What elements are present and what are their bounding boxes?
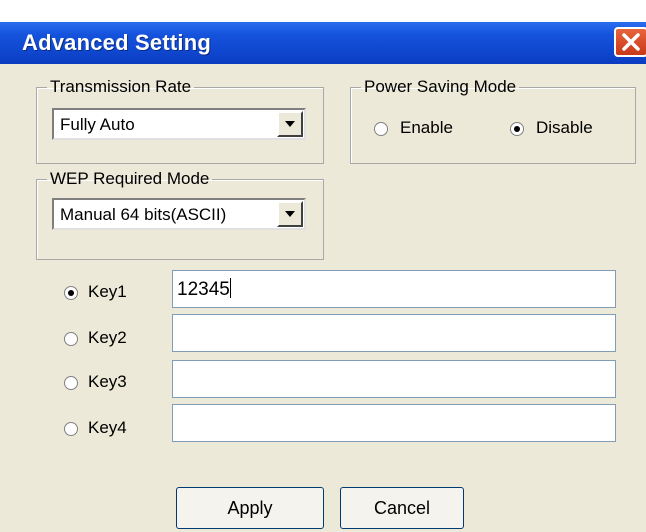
chevron-down-icon	[285, 211, 295, 217]
key1-input[interactable]: 12345	[172, 270, 616, 308]
key1-radio[interactable]	[64, 286, 78, 300]
power-saving-disable-radio[interactable]	[510, 122, 524, 136]
key3-radio[interactable]	[64, 376, 78, 390]
key2-label[interactable]: Key2	[88, 328, 127, 348]
advanced-setting-dialog: Advanced Setting Transmission Rate Fully…	[0, 22, 646, 532]
power-saving-legend: Power Saving Mode	[364, 77, 517, 96]
close-button[interactable]	[614, 27, 646, 57]
text-caret	[229, 278, 231, 298]
title-bar[interactable]: Advanced Setting	[0, 22, 646, 64]
window-title: Advanced Setting	[22, 30, 212, 55]
power-saving-disable-label[interactable]: Disable	[536, 118, 593, 138]
chevron-down-icon	[285, 121, 295, 127]
key3-label[interactable]: Key3	[88, 372, 127, 392]
wep-mode-value: Manual 64 bits(ASCII)	[60, 205, 227, 224]
key2-radio[interactable]	[64, 332, 78, 346]
key1-label[interactable]: Key1	[88, 282, 127, 302]
key4-radio[interactable]	[64, 422, 78, 436]
wep-mode-legend: WEP Required Mode	[50, 169, 210, 188]
power-saving-group: Power Saving Mode	[350, 78, 636, 164]
cancel-button[interactable]: Cancel	[340, 487, 464, 529]
power-saving-enable-radio[interactable]	[374, 122, 388, 136]
transmission-rate-select[interactable]: Fully Auto	[52, 108, 306, 140]
key1-value: 12345	[177, 279, 230, 300]
power-saving-enable-label[interactable]: Enable	[400, 118, 453, 138]
apply-button[interactable]: Apply	[176, 487, 324, 529]
transmission-rate-dropdown-button[interactable]	[277, 111, 303, 137]
close-icon	[622, 33, 640, 51]
wep-mode-select[interactable]: Manual 64 bits(ASCII)	[52, 198, 306, 230]
key4-label[interactable]: Key4	[88, 418, 127, 438]
key3-input[interactable]	[172, 360, 616, 398]
transmission-rate-value: Fully Auto	[60, 115, 135, 134]
wep-mode-dropdown-button[interactable]	[277, 201, 303, 227]
transmission-rate-legend: Transmission Rate	[50, 77, 192, 96]
key4-input[interactable]	[172, 404, 616, 442]
key2-input[interactable]	[172, 314, 616, 352]
